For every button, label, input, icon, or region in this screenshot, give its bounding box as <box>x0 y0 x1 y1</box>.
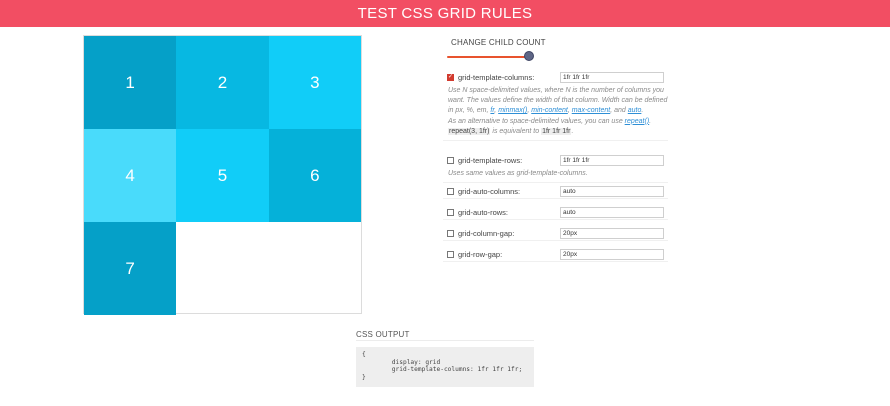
doc-link[interactable]: minmax() <box>498 107 527 114</box>
rule-grid-template-rows: grid-template-rows: 1fr 1fr 1fr Uses same … <box>443 153 668 184</box>
page-title: TEST CSS GRID RULES <box>357 5 533 22</box>
divider <box>356 340 534 341</box>
rule-value-input[interactable]: 20px <box>560 227 664 239</box>
rule-row: ✓ grid-template-columns: 1fr 1fr 1fr <box>443 70 668 84</box>
rule-checkbox[interactable] <box>447 229 454 237</box>
description-text: . <box>571 127 574 135</box>
child-count-control: CHANGE CHILD COUNT <box>443 38 673 63</box>
rule-label: grid-row-gap: <box>458 249 503 259</box>
rule-value-input[interactable]: auto <box>560 185 664 197</box>
grid-item-4: 4 <box>84 129 177 222</box>
inline-code: 1fr 1fr 1fr <box>541 127 572 135</box>
css-output-line: display: grid <box>362 358 441 366</box>
css-output-line: { <box>362 351 366 358</box>
child-count-label: CHANGE CHILD COUNT <box>451 38 546 47</box>
description-text: As an alternative to space-delimited val… <box>448 117 625 125</box>
grid-item-5: 5 <box>176 129 269 222</box>
rule-value-input[interactable]: auto <box>560 206 664 218</box>
rule-checkbox[interactable] <box>447 156 454 164</box>
checkmark-icon: ✓ <box>448 73 454 80</box>
description-text: . <box>641 107 644 115</box>
grid-item-1: 1 <box>84 36 177 129</box>
rule-row: grid-auto-rows: auto <box>443 205 668 219</box>
grid-item-3: 3 <box>268 36 361 129</box>
css-output-code: { display: grid grid-template-columns: 1… <box>356 347 534 387</box>
doc-link[interactable]: min-content <box>531 107 568 114</box>
css-output-title: CSS OUTPUT <box>356 330 410 339</box>
child-count-slider[interactable] <box>447 51 534 63</box>
css-output-line: grid-template-columns: 1fr 1fr 1fr; <box>362 366 523 373</box>
css-output-line: } <box>362 373 366 381</box>
doc-link[interactable]: max-content <box>572 107 611 114</box>
rule-row: grid-template-rows: 1fr 1fr 1fr <box>443 153 668 167</box>
rule-value-input[interactable]: 1fr 1fr 1fr <box>560 71 664 83</box>
rule-label: grid-auto-columns: <box>458 186 521 196</box>
doc-link[interactable]: auto <box>628 107 642 114</box>
rule-grid-auto-rows: grid-auto-rows: auto <box>443 205 668 220</box>
rule-value-input[interactable]: 1fr 1fr 1fr <box>560 154 664 166</box>
rule-grid-template-columns: ✓ grid-template-columns: 1fr 1fr 1fr Use N … <box>443 70 668 142</box>
description-text: , and <box>610 107 628 115</box>
grid-item-7: 7 <box>84 222 177 315</box>
page-header: TEST CSS GRID RULES <box>0 0 890 27</box>
description-text: is equivalent to <box>490 127 542 135</box>
inline-code: repeat(3, 1fr) <box>448 127 491 135</box>
doc-link[interactable]: repeat() <box>625 118 650 125</box>
rule-checkbox[interactable] <box>447 208 454 216</box>
grid-preview: 1234567 <box>83 35 362 315</box>
rule-value-input[interactable]: 20px <box>560 248 664 260</box>
grid-item-2: 2 <box>176 36 269 129</box>
rule-label: grid-column-gap: <box>458 228 515 238</box>
description-text: Uses same values as grid-template-column… <box>448 170 588 177</box>
description-text: . <box>649 117 652 125</box>
rule-grid-auto-columns: grid-auto-columns: auto <box>443 184 668 199</box>
rule-row: grid-column-gap: 20px <box>443 226 668 240</box>
rule-grid-row-gap: grid-row-gap: 20px <box>443 247 668 262</box>
rule-checkbox[interactable] <box>447 187 454 195</box>
rule-row: grid-auto-columns: auto <box>443 184 668 198</box>
slider-handle[interactable] <box>524 51 534 61</box>
rule-description: Uses same values as grid-template-column… <box>448 169 668 179</box>
rule-description: Use N space-delimited values, where N is… <box>448 86 668 137</box>
rule-label: grid-template-rows: <box>458 155 523 165</box>
rule-checkbox[interactable] <box>447 250 454 258</box>
slider-track <box>447 56 529 58</box>
rule-row: grid-row-gap: 20px <box>443 247 668 261</box>
rule-checkbox[interactable]: ✓ <box>447 73 454 81</box>
rule-grid-column-gap: grid-column-gap: 20px <box>443 226 668 241</box>
rule-label: grid-auto-rows: <box>458 207 509 217</box>
rule-label: grid-template-columns: <box>458 72 535 82</box>
grid-item-6: 6 <box>268 129 361 222</box>
